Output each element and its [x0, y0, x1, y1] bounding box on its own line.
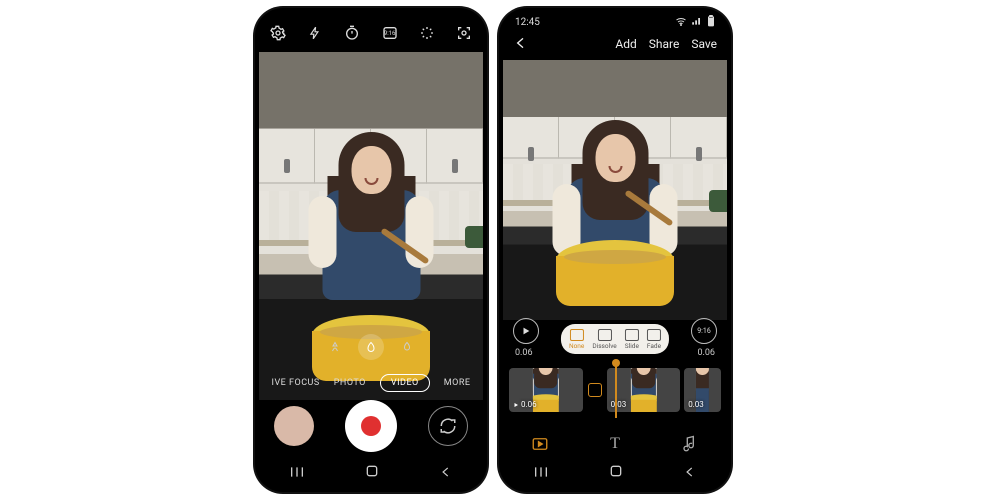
clip-1[interactable]: 0.06: [509, 368, 583, 412]
signal-icon: [691, 16, 703, 29]
share-button[interactable]: Share: [649, 37, 680, 51]
filters-icon[interactable]: [418, 24, 436, 42]
zoom-normal-icon[interactable]: [358, 334, 384, 360]
time-elapsed: 0.06: [515, 348, 533, 358]
phone-camera: 9:16 IVE FOCUS PHOTO VIDEO MORE: [255, 8, 487, 492]
nav-back-icon[interactable]: [439, 464, 453, 483]
android-navbar: [259, 462, 483, 484]
tool-text-icon[interactable]: T: [605, 434, 625, 454]
back-icon[interactable]: [513, 35, 529, 54]
transition-picker: None Dissolve Slide Fade: [561, 324, 669, 354]
wifi-icon: [675, 16, 687, 29]
save-button[interactable]: Save: [691, 37, 717, 51]
gallery-thumbnail[interactable]: [274, 406, 314, 446]
zoom-wide-icon[interactable]: [322, 334, 348, 360]
flash-icon[interactable]: [306, 24, 324, 42]
add-button[interactable]: Add: [615, 37, 636, 51]
play-button[interactable]: [513, 318, 539, 344]
mode-photo[interactable]: PHOTO: [334, 378, 366, 388]
timer-icon[interactable]: [343, 24, 361, 42]
camera-top-toolbar: 9:16: [259, 18, 483, 48]
playhead[interactable]: [615, 362, 617, 418]
mode-more[interactable]: MORE: [444, 378, 471, 388]
zoom-row: [259, 334, 483, 360]
clip-2[interactable]: 0.03: [607, 368, 681, 412]
editor-preview[interactable]: [503, 60, 727, 320]
nav-back-icon[interactable]: [683, 464, 697, 483]
transition-fade[interactable]: Fade: [647, 329, 661, 350]
nav-recents-icon[interactable]: [289, 464, 305, 483]
editor-header: Add Share Save: [503, 30, 727, 58]
camera-mode-row[interactable]: IVE FOCUS PHOTO VIDEO MORE: [259, 374, 483, 392]
clip-transition-handle[interactable]: [587, 364, 603, 416]
transition-none[interactable]: None: [569, 329, 584, 350]
shutter-row: [259, 398, 483, 454]
clip-3[interactable]: 0.03: [684, 368, 721, 412]
time-total: 0.06: [697, 348, 715, 358]
editor-tools-bar: T: [503, 428, 727, 460]
tool-video-icon[interactable]: [530, 434, 550, 454]
nav-recents-icon[interactable]: [533, 464, 549, 483]
tool-music-icon[interactable]: [680, 434, 700, 454]
zoom-tele-icon[interactable]: [394, 334, 420, 360]
nav-home-icon[interactable]: [364, 463, 380, 483]
switch-camera-button[interactable]: [428, 406, 468, 446]
mode-live-focus[interactable]: IVE FOCUS: [272, 378, 320, 388]
mode-video-selected[interactable]: VIDEO: [380, 374, 430, 392]
settings-icon[interactable]: [269, 24, 287, 42]
transition-dissolve[interactable]: Dissolve: [592, 329, 616, 350]
android-navbar: [503, 462, 727, 484]
record-button[interactable]: [345, 400, 397, 452]
scene-detect-icon[interactable]: [455, 24, 473, 42]
transition-slide[interactable]: Slide: [625, 329, 639, 350]
status-time: 12:45: [515, 17, 540, 28]
status-bar: 12:45: [503, 14, 727, 30]
nav-home-icon[interactable]: [608, 463, 624, 483]
battery-icon: [707, 15, 715, 30]
phone-editor: 12:45 Add Share Save 9:16 0.06 0.06 None…: [499, 8, 731, 492]
aspect-ratio-button[interactable]: 9:16: [691, 318, 717, 344]
ratio-icon[interactable]: 9:16: [381, 24, 399, 42]
